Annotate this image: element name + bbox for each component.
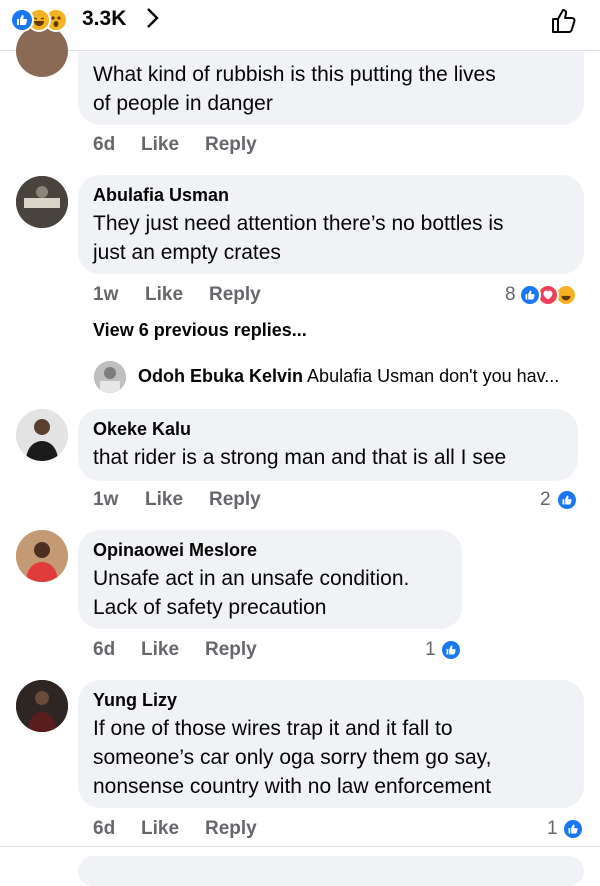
comment-text-line: nonsense country with no law enforcement <box>93 775 492 798</box>
divider <box>0 846 600 847</box>
reaction-count[interactable]: 8 <box>505 284 516 306</box>
avatar[interactable] <box>16 409 68 461</box>
reply-text: Abulafia Usman don't you hav... <box>307 366 560 386</box>
like-icon <box>556 489 578 511</box>
view-previous-replies[interactable]: View 6 previous replies... <box>93 320 307 341</box>
reply-button[interactable]: Reply <box>209 489 261 511</box>
comment-text-line: someone’s car only oga sorry them go say… <box>93 746 492 769</box>
comment-text-line: Lack of safety precaution <box>93 596 327 619</box>
avatar[interactable] <box>16 680 68 732</box>
comment-text-line: that rider is a strong man and that is a… <box>93 446 507 469</box>
commenter-name[interactable]: Okeke Kalu <box>93 419 191 440</box>
like-button[interactable]: Like <box>141 818 179 840</box>
comment-time[interactable]: 1w <box>93 284 118 306</box>
comment-text-line: Unsafe act in an unsafe condition. <box>93 567 410 590</box>
comment-time[interactable]: 6d <box>93 134 115 156</box>
reply-button[interactable]: Reply <box>205 818 257 840</box>
like-icon <box>562 818 584 840</box>
chevron-right-icon[interactable] <box>145 6 161 35</box>
comment-text-line: of people in danger <box>93 92 273 115</box>
like-icon <box>440 639 462 661</box>
comment-input[interactable] <box>78 856 584 886</box>
comment-time[interactable]: 1w <box>93 489 118 511</box>
avatar[interactable] <box>16 176 68 228</box>
comment-text-line: They just need attention there’s no bott… <box>93 212 504 235</box>
comment-text-line: If one of those wires trap it and it fal… <box>93 717 453 740</box>
reaction-count[interactable]: 1 <box>425 639 436 661</box>
commenter-name[interactable]: Opinaowei Meslore <box>93 540 257 561</box>
avatar[interactable] <box>16 530 68 582</box>
like-icon[interactable] <box>549 6 579 41</box>
reply-button[interactable]: Reply <box>205 639 257 661</box>
commenter-name[interactable]: Yung Lizy <box>93 690 177 711</box>
like-button[interactable]: Like <box>145 489 183 511</box>
like-icon <box>10 8 34 32</box>
reply-author-name[interactable]: Odoh Ebuka Kelvin <box>138 366 303 386</box>
reaction-count[interactable]: 3.3K <box>82 7 126 31</box>
avatar[interactable] <box>94 361 126 393</box>
reaction-count[interactable]: 1 <box>547 818 558 840</box>
comment-text-line: just an empty crates <box>93 241 281 264</box>
reactions-bar: 3.3K <box>0 0 600 51</box>
like-icon <box>519 284 541 306</box>
comment-text-line: What kind of rubbish is this putting the… <box>93 63 496 86</box>
comment-time[interactable]: 6d <box>93 639 115 661</box>
latest-reply[interactable]: Odoh Ebuka Kelvin Abulafia Usman don't y… <box>138 366 583 387</box>
reply-button[interactable]: Reply <box>209 284 261 306</box>
reply-button[interactable]: Reply <box>205 134 257 156</box>
comment-time[interactable]: 6d <box>93 818 115 840</box>
like-button[interactable]: Like <box>141 134 179 156</box>
reaction-count[interactable]: 2 <box>540 489 551 511</box>
like-button[interactable]: Like <box>141 639 179 661</box>
like-button[interactable]: Like <box>145 284 183 306</box>
commenter-name[interactable]: Abulafia Usman <box>93 185 229 206</box>
